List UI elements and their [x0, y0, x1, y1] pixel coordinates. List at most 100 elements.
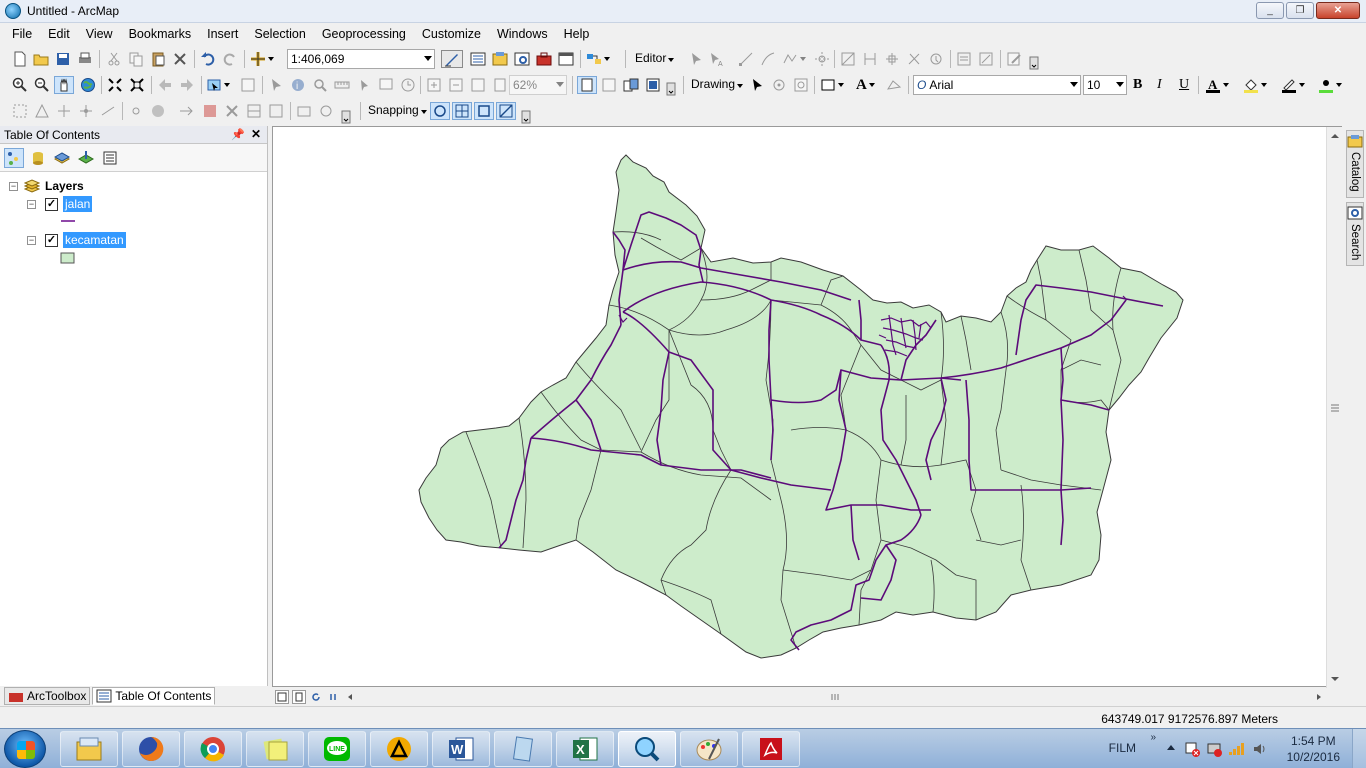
topology-node-icon[interactable]: [78, 102, 94, 120]
topology-circle-icon[interactable]: [150, 102, 166, 120]
district-boundary-polygon[interactable]: [418, 154, 1184, 659]
snapping-menu[interactable]: Snapping: [368, 103, 427, 117]
measure-icon[interactable]: [334, 76, 350, 94]
close-icon[interactable]: ✕: [251, 127, 261, 141]
marker-color-icon[interactable]: [1318, 76, 1342, 94]
topology-line-icon[interactable]: [100, 102, 116, 120]
editor-toolbar-toggle-icon[interactable]: [441, 50, 463, 68]
hyperlink-icon[interactable]: [356, 76, 372, 94]
clear-selection-icon[interactable]: [240, 76, 256, 94]
layout-zoom-in-icon[interactable]: [426, 76, 442, 94]
fill-color-icon[interactable]: [1243, 76, 1267, 94]
show-desktop-button[interactable]: [1352, 729, 1366, 768]
excel-icon[interactable]: X: [556, 731, 614, 767]
map-canvas[interactable]: [273, 127, 1327, 687]
topology-validate-icon[interactable]: [202, 102, 218, 120]
film-toolbar-label[interactable]: FILM: [1109, 741, 1136, 755]
attributes-icon[interactable]: [928, 50, 944, 68]
zoom-in-icon[interactable]: [12, 76, 28, 94]
time-slider-icon[interactable]: [400, 76, 416, 94]
chrome-icon[interactable]: [184, 731, 242, 767]
layout-whole-page-icon[interactable]: [492, 76, 508, 94]
paste-icon[interactable]: [150, 50, 166, 68]
paint-icon[interactable]: [680, 731, 738, 767]
menu-windows[interactable]: Windows: [489, 27, 556, 41]
data-view-button[interactable]: [275, 690, 289, 704]
point-snapping-icon[interactable]: [430, 102, 450, 120]
layer-row-jalan[interactable]: − ✓ jalan: [27, 196, 93, 212]
topology-edit-icon[interactable]: [34, 102, 50, 120]
create-features-icon[interactable]: [978, 50, 994, 68]
toggle-draft-mode-icon[interactable]: [577, 76, 597, 94]
topology-inspector-icon[interactable]: [268, 102, 284, 120]
collapse-kecamatan-toggle[interactable]: −: [27, 235, 36, 245]
tab-search[interactable]: Search: [1346, 202, 1364, 266]
pan-hand-icon[interactable]: [54, 76, 74, 94]
tab-arctoolbox[interactable]: ArcToolbox: [4, 687, 91, 705]
notepad-icon[interactable]: [494, 731, 552, 767]
menu-bookmarks[interactable]: Bookmarks: [121, 27, 200, 41]
new-rectangle-icon[interactable]: [820, 76, 844, 94]
zoom-out-icon[interactable]: [34, 76, 50, 94]
signal-strength-icon[interactable]: [1228, 741, 1246, 757]
list-by-selection-icon[interactable]: [76, 148, 96, 168]
toolbar-overflow-icon[interactable]: [338, 108, 354, 126]
fixed-zoom-in-icon[interactable]: [107, 76, 123, 94]
rotate-icon[interactable]: [906, 50, 922, 68]
fixed-zoom-out-icon[interactable]: [129, 76, 145, 94]
word-icon[interactable]: W: [432, 731, 490, 767]
layer-visibility-checkbox-kecamatan[interactable]: ✓: [45, 233, 58, 247]
menu-geoprocessing[interactable]: Geoprocessing: [314, 27, 414, 41]
go-back-icon[interactable]: [157, 76, 173, 94]
clock[interactable]: 1:54 PM 10/2/2016: [1287, 733, 1340, 765]
model-builder-icon[interactable]: [586, 50, 610, 68]
editor-options-icon[interactable]: [1006, 50, 1022, 68]
end-point-arc-icon[interactable]: [760, 50, 776, 68]
pin-icon[interactable]: 📌: [231, 128, 245, 141]
layout-zoom-combo[interactable]: 62%: [509, 75, 567, 95]
menu-help[interactable]: Help: [556, 27, 598, 41]
list-by-visibility-icon[interactable]: [52, 148, 72, 168]
topology-select-icon[interactable]: [12, 102, 28, 120]
menu-selection[interactable]: Selection: [246, 27, 313, 41]
font-family-combo[interactable]: O Arial: [913, 75, 1081, 95]
layer-name-kecamatan[interactable]: kecamatan: [63, 232, 126, 248]
tab-catalog[interactable]: Catalog: [1346, 130, 1364, 198]
line-color-icon[interactable]: [1281, 76, 1305, 94]
layout-pan-icon[interactable]: [470, 76, 486, 94]
menu-customize[interactable]: Customize: [414, 27, 489, 41]
straight-segment-icon[interactable]: [738, 50, 754, 68]
reshape-icon[interactable]: [840, 50, 856, 68]
toolbar-overflow-icon[interactable]: [1026, 54, 1042, 72]
vertex-snapping-icon[interactable]: [474, 102, 494, 120]
toolbar-overflow-icon[interactable]: [663, 80, 679, 98]
collapse-jalan-toggle[interactable]: −: [27, 199, 36, 209]
list-by-drawing-order-icon[interactable]: [4, 147, 24, 168]
arctoolbox-icon[interactable]: [536, 50, 552, 68]
print-icon[interactable]: [77, 50, 93, 68]
layers-data-frame[interactable]: − Layers: [9, 178, 84, 194]
pause-drawing-icon[interactable]: [326, 690, 340, 704]
topology-fix-icon[interactable]: [224, 102, 240, 120]
topology-align-icon[interactable]: [318, 102, 334, 120]
find-icon[interactable]: [312, 76, 328, 94]
copy-icon[interactable]: [128, 50, 144, 68]
redo-icon[interactable]: [222, 50, 238, 68]
undo-icon[interactable]: [200, 50, 216, 68]
sketch-properties-icon[interactable]: [956, 50, 972, 68]
chevron-right-icon[interactable]: »: [1150, 732, 1156, 743]
edit-annotation-icon[interactable]: A: [708, 50, 724, 68]
catalog-window-icon[interactable]: [492, 50, 508, 68]
close-button[interactable]: ✕: [1316, 2, 1360, 19]
editor-menu[interactable]: Editor: [635, 51, 675, 65]
cut-icon[interactable]: [106, 50, 122, 68]
full-extent-globe-icon[interactable]: [80, 76, 96, 94]
topology-shared-icon[interactable]: [296, 102, 312, 120]
topology-move-icon[interactable]: [178, 102, 194, 120]
sticky-notes-icon[interactable]: [246, 731, 304, 767]
identify-icon[interactable]: i: [290, 76, 306, 94]
select-elements-arrow-icon[interactable]: [749, 76, 765, 94]
underline-button[interactable]: U: [1179, 76, 1189, 94]
topology-errors-icon[interactable]: [246, 102, 262, 120]
layer-row-kecamatan[interactable]: − ✓ kecamatan: [27, 232, 126, 248]
